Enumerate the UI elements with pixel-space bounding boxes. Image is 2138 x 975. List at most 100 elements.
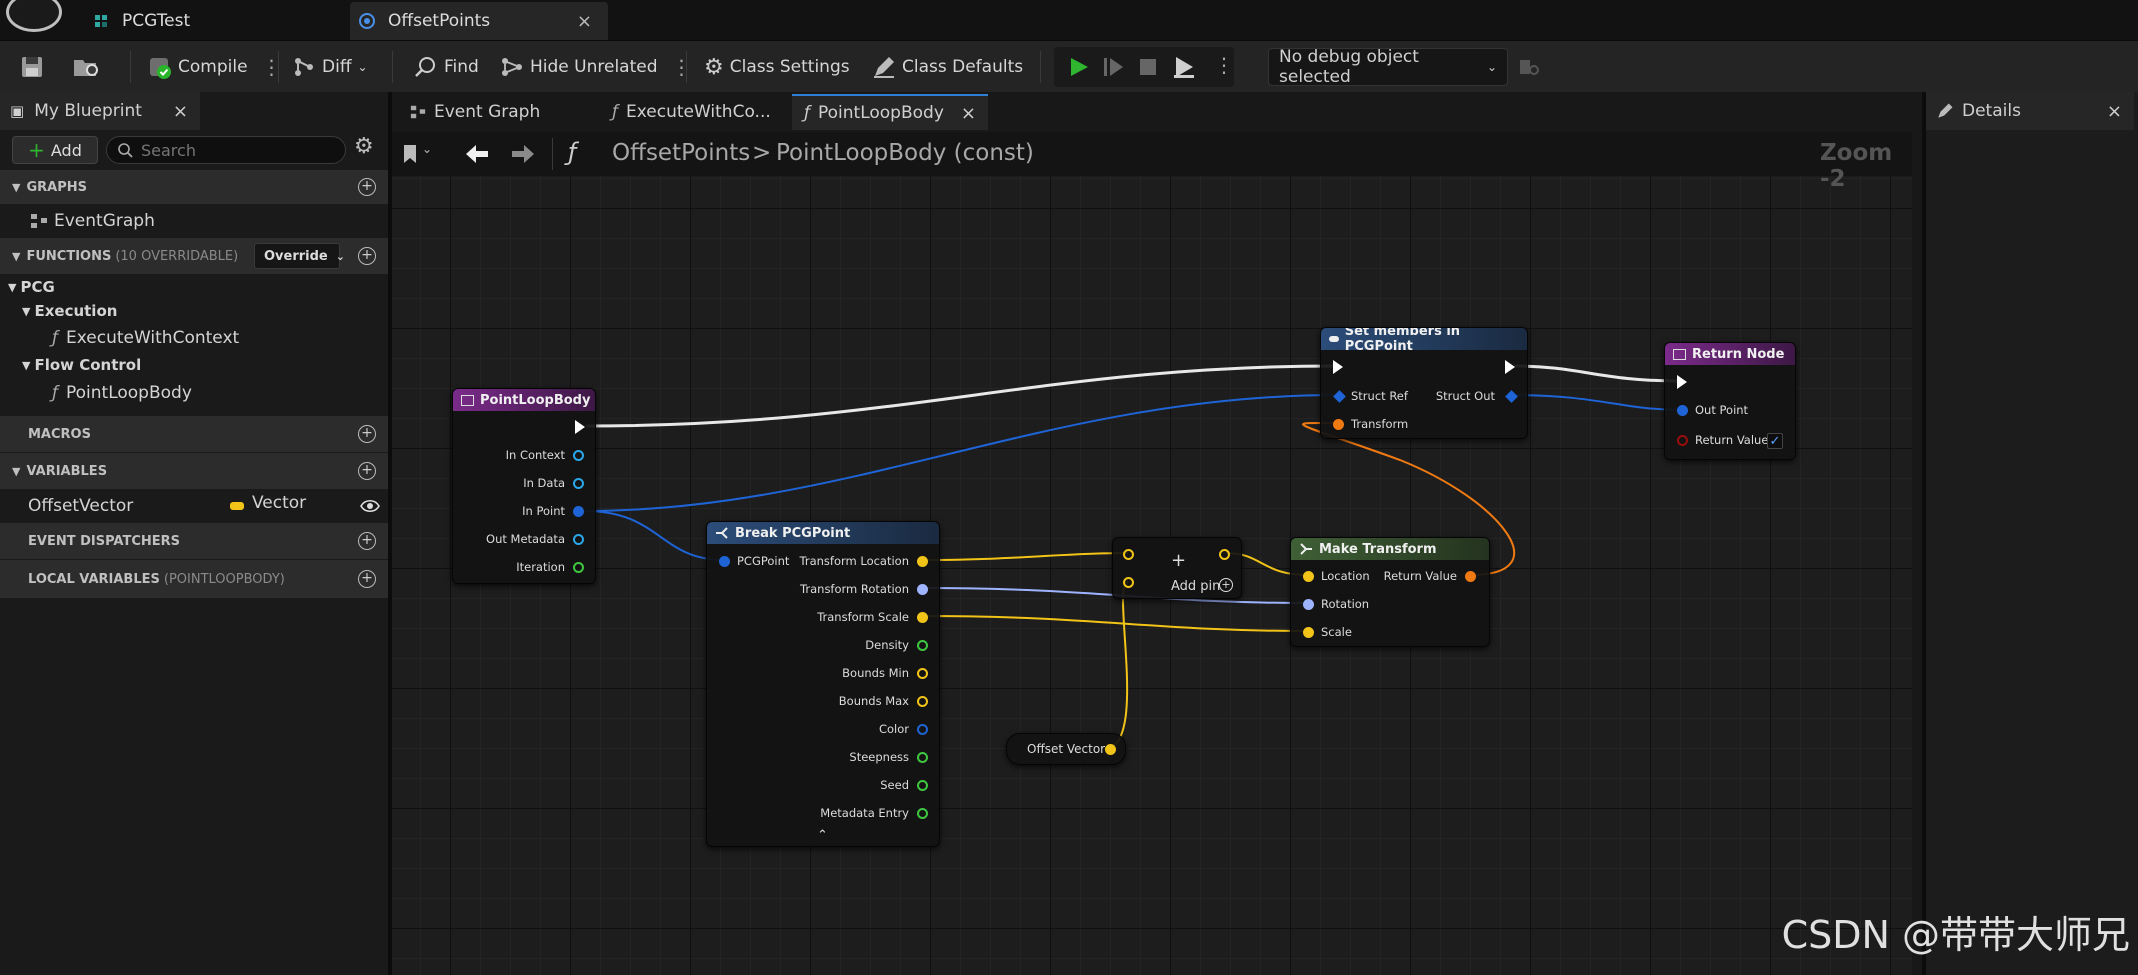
variable-item-offsetvector[interactable]: OffsetVector Vector xyxy=(0,489,388,523)
class-settings-button[interactable]: ⚙ Class Settings xyxy=(704,41,850,93)
graph-tab-event-graph[interactable]: Event Graph xyxy=(398,94,598,130)
function-item-executewithcontext[interactable]: ƒ ExecuteWithContext xyxy=(0,322,388,354)
bookmark-icon[interactable] xyxy=(402,144,418,164)
exec-out-pin[interactable] xyxy=(1505,360,1515,374)
output-pin[interactable] xyxy=(917,696,928,707)
add-variable-icon[interactable]: + xyxy=(358,462,376,480)
output-pin[interactable] xyxy=(917,668,928,679)
graph-tab-pointloopbody[interactable]: ƒ PointLoopBody × xyxy=(792,94,988,130)
play-options-icon[interactable]: ⋮ xyxy=(1214,53,1234,77)
save-icon[interactable] xyxy=(20,55,44,79)
section-macros[interactable]: MACROS + xyxy=(0,416,388,452)
node-make-transform[interactable]: Make Transform Location Rotation Scale R… xyxy=(1290,537,1490,647)
output-pin[interactable] xyxy=(917,780,928,791)
out-point-pin[interactable] xyxy=(1677,405,1688,416)
category-execution[interactable]: ▼ Execution xyxy=(0,300,388,322)
section-local-variables[interactable]: LOCAL VARIABLES (POINTLOOPBODY) + xyxy=(0,560,388,598)
debug-filter-icon[interactable] xyxy=(1518,56,1540,78)
graph-item-eventgraph[interactable]: EventGraph xyxy=(0,204,388,238)
close-icon[interactable]: × xyxy=(577,11,592,32)
hide-unrelated-button[interactable]: Hide Unrelated ⋮ xyxy=(500,41,692,93)
add-input-b-pin[interactable] xyxy=(1123,577,1134,588)
search-box[interactable] xyxy=(106,136,346,164)
chevron-down-icon[interactable]: ⌄ xyxy=(422,142,432,156)
add-output-pin[interactable] xyxy=(1219,549,1230,560)
doc-tab-offsetpoints[interactable]: OffsetPoints × xyxy=(350,2,608,40)
breadcrumb-blueprint[interactable]: OffsetPoints xyxy=(612,140,750,166)
output-pin[interactable] xyxy=(917,612,928,623)
category-flow-control[interactable]: ▼ Flow Control xyxy=(0,354,388,376)
section-graphs[interactable]: ▼ GRAPHS + xyxy=(0,170,388,204)
data-pin[interactable] xyxy=(573,478,584,489)
add-dispatcher-icon[interactable]: + xyxy=(358,532,376,550)
node-break-pcgpoint[interactable]: Break PCGPoint PCGPoint Transform Locati… xyxy=(706,521,940,847)
debug-object-select[interactable]: No debug object selected ⌄ xyxy=(1268,47,1508,87)
output-pin[interactable] xyxy=(917,724,928,735)
close-icon[interactable]: × xyxy=(2107,101,2122,122)
hide-unrelated-options-icon[interactable]: ⋮ xyxy=(672,55,692,79)
gear-icon[interactable]: ⚙ xyxy=(354,134,374,159)
function-item-pointloopbody[interactable]: ƒ PointLoopBody xyxy=(0,376,388,410)
play-icon[interactable] xyxy=(1068,56,1090,78)
category-pcg[interactable]: ▼ PCG xyxy=(0,274,388,300)
section-functions[interactable]: ▼ FUNCTIONS (10 OVERRIDABLE) Override ⌄ … xyxy=(0,238,388,274)
add-button[interactable]: + Add xyxy=(12,136,98,164)
section-event-dispatchers[interactable]: EVENT DISPATCHERS + xyxy=(0,523,388,559)
diff-button[interactable]: Diff ⌄ xyxy=(292,41,368,93)
add-macro-icon[interactable]: + xyxy=(358,425,376,443)
simulate-icon[interactable] xyxy=(1172,55,1196,79)
node-return[interactable]: Return Node Out Point Return Value ✓ xyxy=(1664,342,1796,460)
context-pin[interactable] xyxy=(573,450,584,461)
output-pin[interactable] xyxy=(917,640,928,651)
graph-tab-executewithcontext[interactable]: ƒ ExecuteWithCo... xyxy=(600,94,790,130)
rotation-pin[interactable] xyxy=(1303,599,1314,610)
add-pin-label[interactable]: Add pin xyxy=(1171,579,1220,594)
step-icon[interactable] xyxy=(1102,56,1124,78)
add-local-variable-icon[interactable]: + xyxy=(358,570,376,588)
node-pointloopbody[interactable]: PointLoopBody In Context In Data In Poin… xyxy=(452,388,596,584)
metadata-pin[interactable] xyxy=(573,534,584,545)
transform-input-pin[interactable] xyxy=(1333,419,1344,430)
find-button[interactable]: Find xyxy=(414,41,479,93)
details-tab[interactable]: Details × xyxy=(1926,92,2134,130)
exec-in-pin[interactable] xyxy=(1333,360,1343,374)
exec-in-pin[interactable] xyxy=(1677,375,1687,389)
node-add[interactable]: + Add pin + xyxy=(1112,537,1242,599)
output-pin[interactable] xyxy=(917,808,928,819)
pcgpoint-input-pin[interactable] xyxy=(719,556,730,567)
unreal-logo-icon[interactable] xyxy=(6,0,62,32)
my-blueprint-tab[interactable]: ▣ My Blueprint × xyxy=(0,92,200,130)
forward-arrow-icon[interactable] xyxy=(510,144,536,164)
return-value-checkbox[interactable]: ✓ xyxy=(1767,433,1783,449)
section-variables[interactable]: ▼ VARIABLES + xyxy=(0,453,388,489)
add-graph-icon[interactable]: + xyxy=(358,178,376,196)
close-icon[interactable]: × xyxy=(173,101,188,122)
collapse-arrow-icon[interactable]: ⌃ xyxy=(817,828,828,843)
transform-output-pin[interactable] xyxy=(1465,571,1476,582)
node-set-members[interactable]: Set members in PCGPoint Struct Ref Struc… xyxy=(1320,327,1528,439)
struct-out-pin[interactable] xyxy=(1505,390,1518,403)
add-pin-icon[interactable]: + xyxy=(1219,578,1233,592)
browse-folder-icon[interactable] xyxy=(72,55,100,79)
iteration-pin[interactable] xyxy=(573,562,584,573)
add-input-a-pin[interactable] xyxy=(1123,549,1134,560)
class-defaults-button[interactable]: Class Defaults xyxy=(872,41,1023,93)
output-pin[interactable] xyxy=(917,556,928,567)
location-pin[interactable] xyxy=(1303,571,1314,582)
output-pin[interactable] xyxy=(917,752,928,763)
point-pin[interactable] xyxy=(573,506,584,517)
output-pin[interactable] xyxy=(917,584,928,595)
return-value-pin[interactable] xyxy=(1677,435,1688,446)
node-offset-vector-getter[interactable]: Offset Vector xyxy=(1006,733,1126,765)
scale-pin[interactable] xyxy=(1303,627,1314,638)
exec-out-pin[interactable] xyxy=(575,420,585,434)
struct-ref-pin[interactable] xyxy=(1333,390,1346,403)
doc-tab-pcgtest[interactable]: PCGTest xyxy=(88,2,348,40)
override-dropdown[interactable]: Override ⌄ xyxy=(254,243,345,269)
compile-button[interactable]: Compile ⋮ xyxy=(146,41,282,93)
back-arrow-icon[interactable] xyxy=(464,144,490,164)
eye-icon[interactable] xyxy=(360,498,380,514)
stop-icon[interactable] xyxy=(1138,57,1158,77)
close-icon[interactable]: × xyxy=(961,103,976,124)
vector-output-pin[interactable] xyxy=(1105,744,1116,755)
